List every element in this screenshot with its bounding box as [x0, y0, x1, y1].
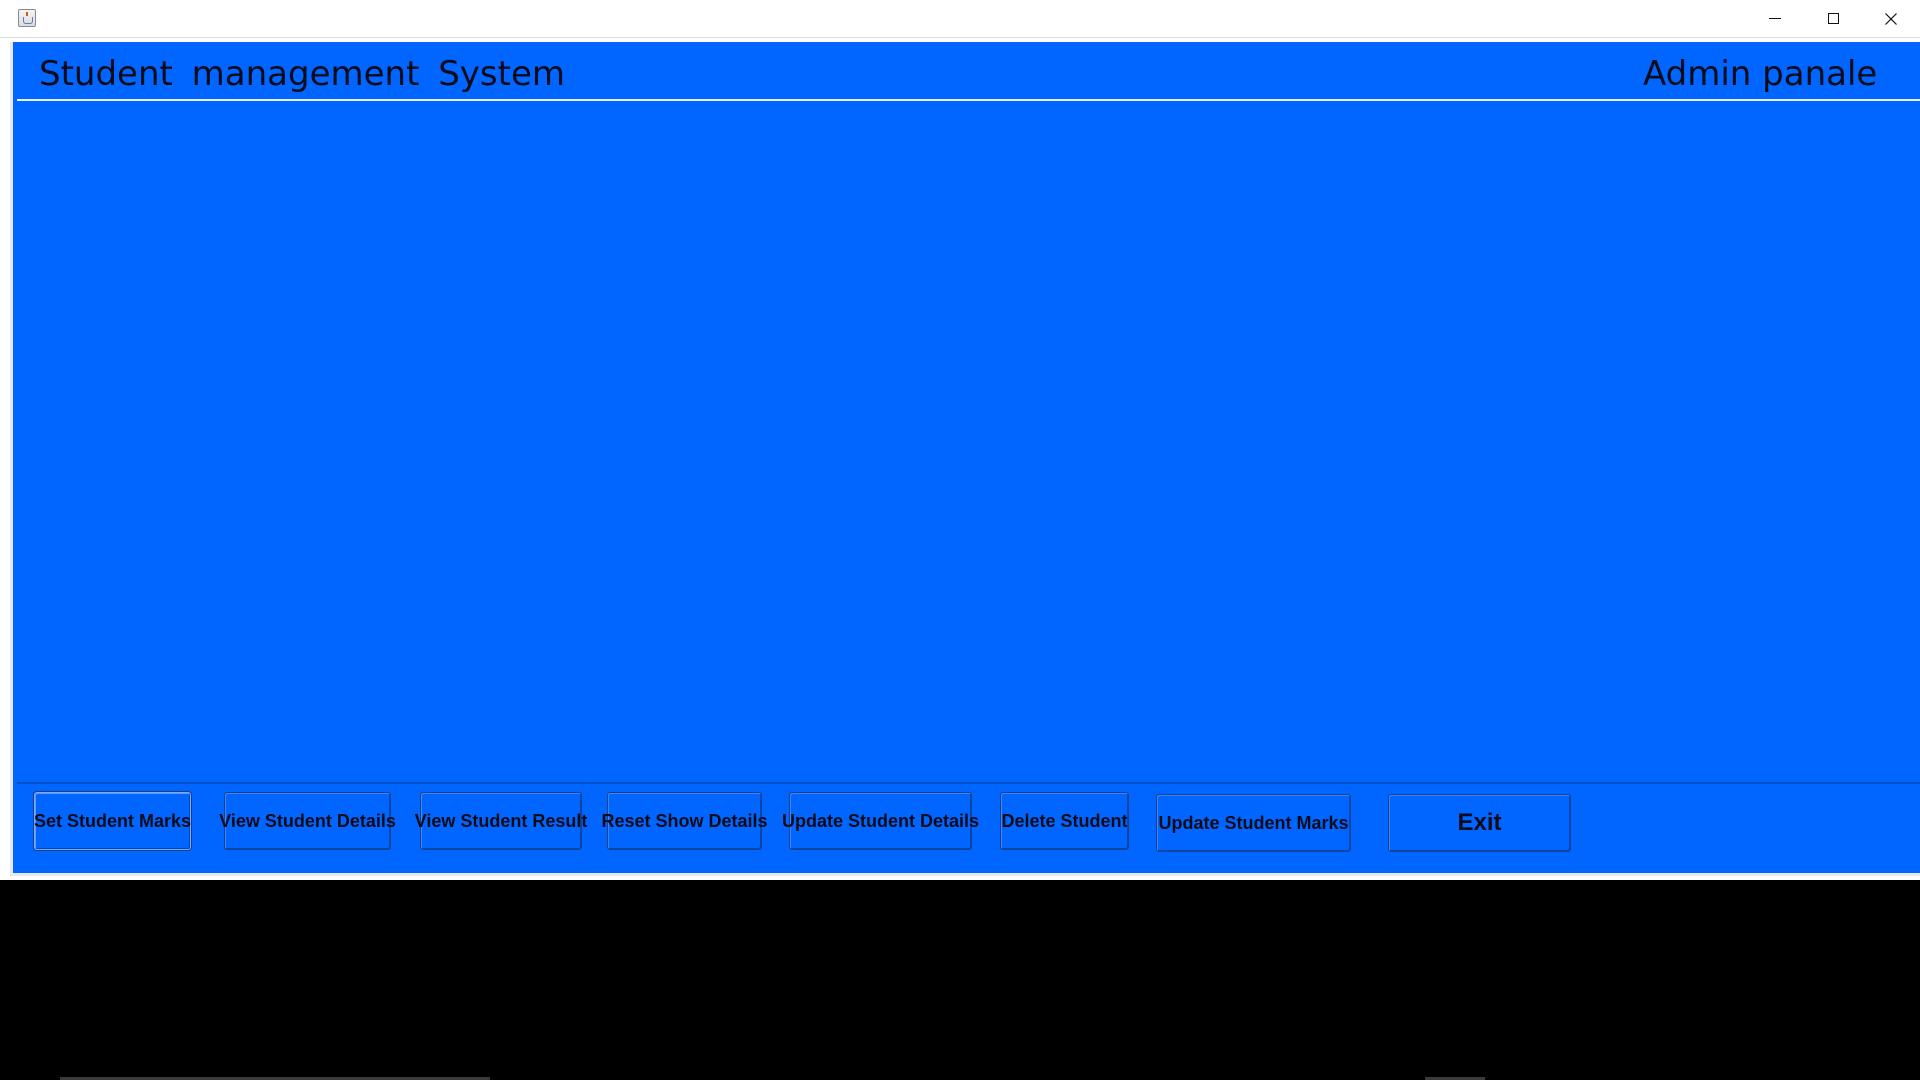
- update-student-marks-button[interactable]: Update Student Marks: [1156, 794, 1351, 852]
- java-cup-shape: [23, 17, 33, 24]
- maximize-icon: [1827, 13, 1839, 24]
- view-student-details-button[interactable]: View Student Details: [219, 792, 396, 850]
- app-window: Student management System Admin panale S…: [0, 0, 1920, 880]
- button-bar: Set Student Marks View Student Details V…: [17, 782, 1920, 872]
- app-title: Student management System: [39, 54, 565, 94]
- title-bar[interactable]: [0, 0, 1920, 38]
- exit-button[interactable]: Exit: [1388, 794, 1571, 852]
- view-student-result-button[interactable]: View Student Result: [415, 792, 587, 850]
- admin-panel-label: Admin panale: [1643, 54, 1878, 94]
- main-content-area: [17, 104, 1920, 784]
- set-student-marks-button[interactable]: Set Student Marks: [34, 792, 191, 850]
- close-button[interactable]: [1862, 0, 1920, 37]
- window-controls: [1746, 0, 1920, 37]
- header-panel: Student management System Admin panale: [17, 46, 1920, 101]
- update-student-details-button[interactable]: Update Student Details: [782, 792, 979, 850]
- close-icon: [1885, 12, 1897, 25]
- reset-show-details-button[interactable]: Reset Show Details: [601, 792, 768, 850]
- minimize-icon: [1769, 18, 1781, 19]
- minimize-button[interactable]: [1746, 0, 1804, 37]
- content-frame: Student management System Admin panale S…: [10, 42, 1920, 876]
- maximize-button[interactable]: [1804, 0, 1862, 37]
- java-steam-shape: [26, 12, 28, 16]
- delete-student-button[interactable]: Delete Student: [1000, 792, 1129, 850]
- java-app-icon: [18, 9, 36, 27]
